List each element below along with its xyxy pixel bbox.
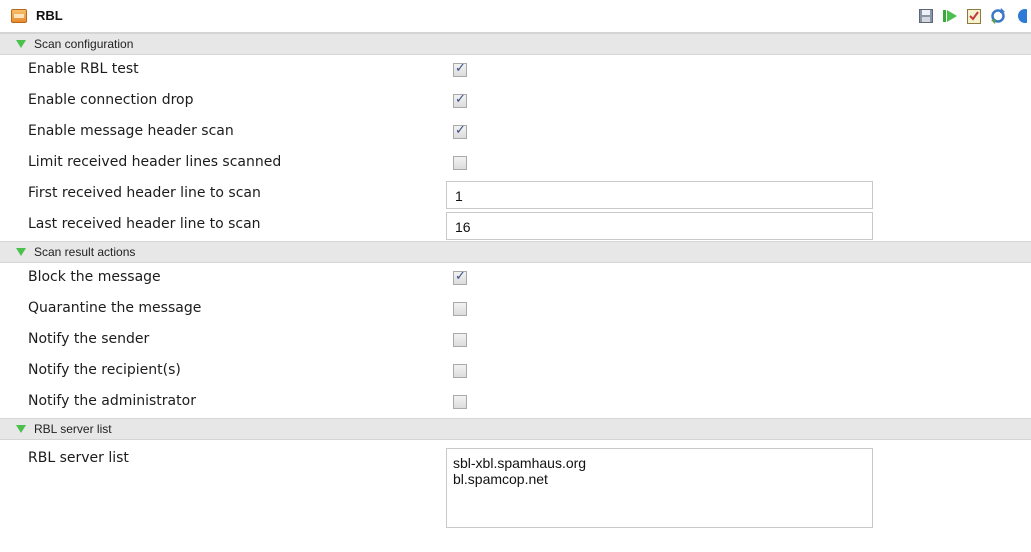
block-message-checkbox[interactable] xyxy=(453,269,467,285)
enable-header-scan-checkbox[interactable] xyxy=(453,123,467,139)
setting-row: Enable RBL test xyxy=(0,55,1031,86)
page-title: RBL xyxy=(36,8,63,23)
collapse-triangle-icon[interactable] xyxy=(16,248,26,256)
setting-label: Last received header line to scan xyxy=(28,216,261,232)
help-icon[interactable] xyxy=(1013,7,1031,25)
last-header-line-input[interactable]: 16 xyxy=(446,212,873,240)
enable-connection-drop-checkbox[interactable] xyxy=(453,92,467,108)
rbl-server-list-textarea[interactable]: sbl-xbl.spamhaus.org bl.spamcop.net xyxy=(446,448,873,528)
collapse-triangle-icon[interactable] xyxy=(16,40,26,48)
notify-administrator-checkbox[interactable] xyxy=(453,395,467,409)
setting-row: Block the message xyxy=(0,263,1031,294)
setting-row: Notify the administrator xyxy=(0,387,1031,418)
first-header-line-input[interactable]: 1 xyxy=(446,181,873,209)
rbl-app-icon xyxy=(11,9,27,23)
section-rbl-server-list[interactable]: RBL server list xyxy=(0,418,1031,440)
setting-row: Enable message header scan xyxy=(0,117,1031,148)
refresh-icon[interactable] xyxy=(989,7,1007,25)
quarantine-message-checkbox[interactable] xyxy=(453,302,467,316)
notify-sender-checkbox[interactable] xyxy=(453,333,467,347)
setting-label: Notify the recipient(s) xyxy=(28,362,181,378)
setting-label: Enable RBL test xyxy=(28,61,139,77)
section-label: RBL server list xyxy=(34,422,112,436)
setting-row: Notify the sender xyxy=(0,325,1031,356)
setting-row: RBL server list sbl-xbl.spamhaus.org bl.… xyxy=(0,440,1031,530)
setting-label: First received header line to scan xyxy=(28,185,261,201)
save-icon[interactable] xyxy=(917,7,935,25)
setting-label: Block the message xyxy=(28,269,161,285)
enable-rbl-test-checkbox[interactable] xyxy=(453,61,467,77)
setting-row: Limit received header lines scanned xyxy=(0,148,1031,179)
setting-label: Limit received header lines scanned xyxy=(28,154,282,170)
limit-header-lines-checkbox[interactable] xyxy=(453,156,467,170)
setting-row: First received header line to scan 1 xyxy=(0,179,1031,210)
section-scan-result-actions[interactable]: Scan result actions xyxy=(0,241,1031,263)
run-icon[interactable] xyxy=(941,7,959,25)
setting-label: RBL server list xyxy=(28,450,129,466)
setting-label: Notify the sender xyxy=(28,331,150,347)
setting-row: Quarantine the message xyxy=(0,294,1031,325)
setting-row: Notify the recipient(s) xyxy=(0,356,1031,387)
checklist-icon[interactable] xyxy=(965,7,983,25)
setting-row: Enable connection drop xyxy=(0,86,1031,117)
setting-label: Quarantine the message xyxy=(28,300,202,316)
setting-row: Last received header line to scan 16 xyxy=(0,210,1031,241)
collapse-triangle-icon[interactable] xyxy=(16,425,26,433)
section-label: Scan result actions xyxy=(34,245,136,259)
section-label: Scan configuration xyxy=(34,37,134,51)
notify-recipients-checkbox[interactable] xyxy=(453,364,467,378)
toolbar xyxy=(917,7,1031,25)
title-bar: RBL xyxy=(0,0,1031,33)
section-scan-configuration[interactable]: Scan configuration xyxy=(0,33,1031,55)
setting-label: Notify the administrator xyxy=(28,393,196,409)
setting-label: Enable connection drop xyxy=(28,92,194,108)
setting-label: Enable message header scan xyxy=(28,123,234,139)
